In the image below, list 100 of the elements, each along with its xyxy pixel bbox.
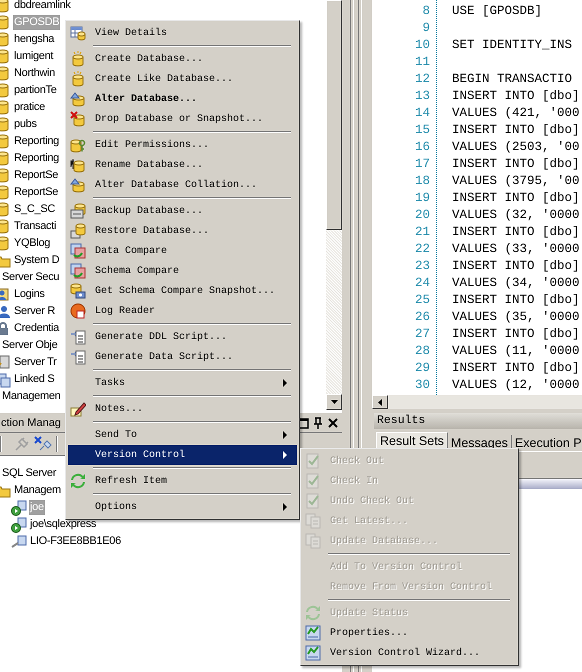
database-icon [70, 91, 86, 107]
menu-item[interactable]: Data Compare [68, 241, 297, 261]
line-number: 18 [414, 173, 431, 190]
tree-item[interactable]: S_C_SC [13, 202, 56, 217]
line-number: 21 [414, 224, 431, 241]
menu-item[interactable]: Get Schema Compare Snapshot... [68, 281, 297, 301]
line-number: 16 [414, 139, 431, 156]
down-arrow-icon[interactable] [330, 400, 338, 404]
database-icon [70, 157, 86, 173]
menu-item[interactable]: Generate Data Script... [68, 347, 297, 367]
properties-icon [305, 645, 321, 661]
tree-item[interactable]: hengsha [13, 32, 56, 47]
menu-item[interactable]: Options [68, 497, 297, 517]
tree-item[interactable]: ReportSe [13, 168, 60, 183]
restore-icon [70, 223, 86, 239]
tree-item[interactable]: Server Secu [1, 270, 60, 285]
menu-item[interactable]: Notes... [68, 399, 297, 419]
menu-item[interactable]: Drop Database or Snapshot... [68, 109, 297, 129]
tree-item[interactable]: Managemen [1, 389, 62, 404]
disconnect-icon[interactable] [34, 436, 52, 452]
tree-item[interactable]: joe\sqlexpress [29, 517, 98, 532]
tree-item[interactable]: Managem [13, 483, 62, 498]
compare-icon [70, 243, 86, 259]
line-number: 8 [421, 3, 431, 20]
menu-item[interactable]: Alter Database Collation... [68, 175, 297, 195]
line-number: 29 [414, 360, 431, 377]
menu-item[interactable]: Backup Database... [68, 201, 297, 221]
line-number: 17 [414, 156, 431, 173]
document-check-icon [305, 473, 321, 489]
scrollbar[interactable] [372, 395, 582, 409]
menu-item[interactable]: Tasks [68, 373, 297, 393]
tree-item[interactable]: Server R [13, 304, 56, 319]
menu-item[interactable]: Alter Database... [68, 89, 297, 109]
tree-item[interactable]: Server Tr [13, 355, 58, 370]
document-check-icon [305, 453, 321, 469]
code-line: VALUES (11, '0000 [452, 344, 580, 358]
tree-item[interactable]: SQL Server [1, 466, 58, 481]
menu-item[interactable]: Version Control Wizard... [303, 643, 516, 663]
code-line: VALUES (3795, '00 [452, 174, 580, 188]
menu-item[interactable]: Generate DDL Script... [68, 327, 297, 347]
database-icon [70, 283, 86, 299]
menu-item[interactable]: Version Control [68, 445, 297, 465]
menu-item[interactable]: Restore Database... [68, 221, 297, 241]
tree-item[interactable]: Reporting [13, 151, 60, 166]
code-line: VALUES (12, '0000 [452, 378, 580, 392]
code-line: INSERT INTO [dbo] [452, 123, 580, 137]
menu-item[interactable]: Schema Compare [68, 261, 297, 281]
line-number: 9 [421, 20, 431, 37]
tree-item[interactable]: pratice [13, 100, 46, 115]
tree-item[interactable]: ReportSe [13, 185, 60, 200]
tree-item[interactable]: dbdreamlink [13, 0, 72, 13]
tree-item[interactable]: Transacti [13, 219, 58, 234]
line-number: 11 [414, 54, 431, 71]
documents-icon [305, 533, 321, 549]
tree-item[interactable]: YQBlog [13, 236, 52, 251]
line-number: 26 [414, 309, 431, 326]
tree-item[interactable]: pubs [13, 117, 38, 132]
menu-item[interactable]: Create Like Database... [68, 69, 297, 89]
menu-item[interactable]: Log Reader [68, 301, 297, 321]
documents-icon [305, 513, 321, 529]
code-line: INSERT INTO [dbo] [452, 89, 580, 103]
panel-title: ction Manag [1, 416, 62, 428]
line-number: 10 [414, 37, 431, 54]
scrollbar[interactable] [326, 0, 342, 410]
menu-item[interactable]: View Details [68, 23, 297, 43]
code-editor[interactable] [372, 0, 582, 395]
menu-item[interactable]: Refresh Item [68, 471, 297, 491]
close-icon[interactable] [327, 416, 339, 428]
menu-item[interactable]: Rename Database... [68, 155, 297, 175]
line-number: 23 [414, 258, 431, 275]
menu-item[interactable]: Send To [68, 425, 297, 445]
menu-item[interactable]: Properties... [303, 623, 516, 643]
tree-item[interactable]: Logins [13, 287, 46, 302]
tree-item[interactable]: LIO-F3EE8BB1E06 [29, 534, 122, 549]
line-number: 25 [414, 292, 431, 309]
tree-item[interactable]: Credentia [13, 321, 60, 336]
tree-item[interactable]: Server Obje [1, 338, 58, 353]
tree-item[interactable]: Northwin [13, 66, 56, 81]
script-icon [70, 349, 86, 365]
pin-icon[interactable] [312, 416, 324, 428]
properties-icon [305, 625, 321, 641]
menu-item[interactable]: Edit Permissions... [68, 135, 297, 155]
line-number: 24 [414, 275, 431, 292]
database-delete-icon [70, 111, 86, 127]
database-icon [70, 71, 86, 87]
tree-item[interactable]: lumigent [13, 49, 54, 64]
line-number: 15 [414, 122, 431, 139]
code-line: INSERT INTO [dbo] [452, 259, 580, 273]
tree-item[interactable]: partionTe [13, 83, 58, 98]
code-line: SET IDENTITY_INS [452, 38, 572, 52]
code-line: VALUES (2503, '00 [452, 140, 580, 154]
code-line: INSERT INTO [dbo] [452, 225, 580, 239]
tree-item[interactable]: Reporting [13, 134, 60, 149]
tree-item[interactable]: Linked S [13, 372, 56, 387]
line-number: 14 [414, 105, 431, 122]
left-arrow-icon[interactable] [378, 398, 382, 406]
menu-item[interactable]: Create Database... [68, 49, 297, 69]
tree-item[interactable]: System D [13, 253, 60, 268]
code-line: VALUES (421, '000 [452, 106, 580, 120]
code-line: INSERT INTO [dbo] [452, 157, 580, 171]
